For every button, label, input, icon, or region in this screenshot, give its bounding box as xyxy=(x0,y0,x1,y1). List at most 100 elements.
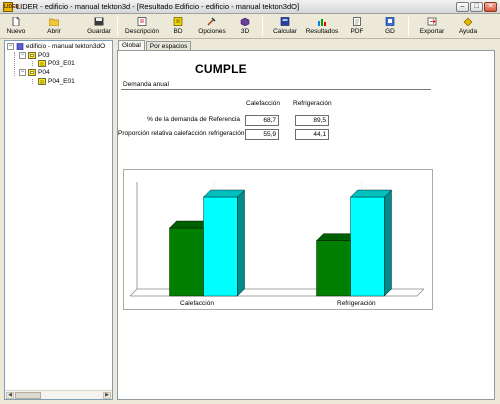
pdf-label: PDF xyxy=(350,28,364,35)
description-label: Descripción xyxy=(125,28,159,35)
gd-icon xyxy=(385,17,395,26)
building-icon xyxy=(16,43,24,50)
maximize-button[interactable]: □ xyxy=(470,2,483,12)
tree-connector xyxy=(32,79,33,84)
gd-label: GD xyxy=(385,28,395,35)
new-file-icon xyxy=(12,17,20,26)
column-header-cooling: Refrigeración xyxy=(293,100,332,107)
calculate-icon xyxy=(280,17,290,26)
window-title: LIDER - edificio - manual tekton3d - [Re… xyxy=(16,2,300,11)
results-chart-icon xyxy=(318,19,326,26)
chart-floor-edge xyxy=(129,288,138,297)
toolbar: Nuevo Abrir Guardar Descripción BD Opcio… xyxy=(0,14,500,39)
close-button[interactable]: ✕ xyxy=(484,2,497,12)
minimize-button[interactable]: – xyxy=(456,2,469,12)
tree-floor-label: P04 xyxy=(38,69,50,76)
tree-root[interactable]: − edificio - manual tekton3dO xyxy=(7,43,105,50)
tree-connector xyxy=(14,52,15,76)
bd-button[interactable]: BD xyxy=(170,15,186,38)
help-icon xyxy=(463,17,473,26)
tree-floor-p04[interactable]: − P04 xyxy=(19,69,50,76)
section-divider xyxy=(121,89,431,90)
tree-space-p04-e01[interactable]: P04_E01 xyxy=(38,78,75,85)
tab-por-espacios[interactable]: Por espacios xyxy=(145,41,192,50)
chart-bar-side xyxy=(384,189,392,297)
title-bar: LIDER LIDER - edificio - manual tekton3d… xyxy=(0,0,500,14)
tree-connector xyxy=(32,61,33,66)
tree-space-p03-e01[interactable]: P03_E01 xyxy=(38,60,75,67)
export-icon xyxy=(427,17,437,26)
floor-icon xyxy=(28,69,36,76)
scroll-left-icon[interactable]: ◀ xyxy=(6,392,14,399)
gd-button[interactable]: GD xyxy=(383,15,397,38)
tree-space-label: P04_E01 xyxy=(48,78,75,85)
tools-icon xyxy=(207,17,216,26)
save-disk-icon xyxy=(94,17,104,26)
chart-floor-edge xyxy=(416,288,425,297)
collapse-toggle[interactable]: − xyxy=(19,52,26,59)
3d-label: 3D xyxy=(240,28,250,35)
calculate-label: Calcular xyxy=(273,28,297,35)
description-icon xyxy=(137,17,147,26)
demand-chart-svg xyxy=(129,182,425,297)
app-icon: LIDER xyxy=(3,2,19,12)
value-cooling-reference: 89,5 xyxy=(295,115,329,126)
scroll-thumb[interactable] xyxy=(15,392,41,399)
x-axis-label-heating: Calefacción xyxy=(180,300,214,307)
space-icon xyxy=(38,60,46,67)
section-heading: Demanda anual xyxy=(123,81,169,88)
chart-bar-front xyxy=(316,240,351,297)
building-tree: − edificio - manual tekton3dO − P03 P03_… xyxy=(4,40,113,400)
pdf-icon xyxy=(353,17,361,26)
pdf-button[interactable]: PDF xyxy=(349,15,365,38)
result-tabs: Global Por espacios xyxy=(118,40,192,50)
floor-icon xyxy=(28,52,36,59)
help-button[interactable]: Ayuda xyxy=(456,15,480,38)
tab-global[interactable]: Global xyxy=(118,40,145,50)
save-label: Guardar xyxy=(87,28,111,35)
row-label-reference-demand: % de la demanda de Referencia xyxy=(147,116,240,123)
export-button[interactable]: Exportar xyxy=(419,15,445,38)
value-heating-reference: 68,7 xyxy=(245,115,279,126)
results-button[interactable]: Resultados xyxy=(305,15,339,38)
chart-bar-front xyxy=(203,196,238,297)
description-button[interactable]: Descripción xyxy=(124,15,160,38)
open-label: Abrir xyxy=(47,28,61,35)
value-heating-proportion: 55,9 xyxy=(245,129,279,140)
compliance-status: CUMPLE xyxy=(195,62,247,76)
chart-bar-front xyxy=(350,196,385,297)
toolbar-separator xyxy=(117,17,118,36)
column-header-heating: Calefacción xyxy=(246,100,280,107)
options-label: Opciones xyxy=(198,28,226,35)
demand-chart xyxy=(123,169,433,310)
tree-floor-p03[interactable]: − P03 xyxy=(19,52,50,59)
results-label: Resultados xyxy=(305,28,339,35)
collapse-toggle[interactable]: − xyxy=(7,43,14,50)
options-button[interactable]: Opciones xyxy=(198,15,226,38)
new-label: Nuevo xyxy=(6,28,26,35)
new-button[interactable]: Nuevo xyxy=(6,15,26,38)
x-axis-label-cooling: Refrigeración xyxy=(337,300,376,307)
save-button[interactable]: Guardar xyxy=(87,15,111,38)
tree-horizontal-scrollbar[interactable]: ◀ ▶ xyxy=(5,390,112,399)
scroll-right-icon[interactable]: ▶ xyxy=(103,392,111,399)
chart-bar-front xyxy=(169,227,204,297)
chart-bar-side xyxy=(237,189,245,297)
value-cooling-proportion: 44,1 xyxy=(295,129,329,140)
row-label-relative-proportion: Proporción relativa calefacción refriger… xyxy=(118,130,245,137)
collapse-toggle[interactable]: − xyxy=(19,69,26,76)
space-icon xyxy=(38,78,46,85)
3d-button[interactable]: 3D xyxy=(238,15,252,38)
tree-space-label: P03_E01 xyxy=(48,60,75,67)
folder-open-icon xyxy=(49,18,59,26)
tree-root-label: edificio - manual tekton3dO xyxy=(26,43,106,50)
database-icon xyxy=(173,17,183,26)
export-label: Exportar xyxy=(419,28,445,35)
open-button[interactable]: Abrir xyxy=(44,15,64,38)
calculate-button[interactable]: Calcular xyxy=(271,15,299,38)
toolbar-separator xyxy=(262,17,263,36)
tree-floor-label: P03 xyxy=(38,52,50,59)
help-label: Ayuda xyxy=(458,28,478,35)
toolbar-separator xyxy=(408,17,409,36)
3d-view-icon xyxy=(240,17,250,26)
